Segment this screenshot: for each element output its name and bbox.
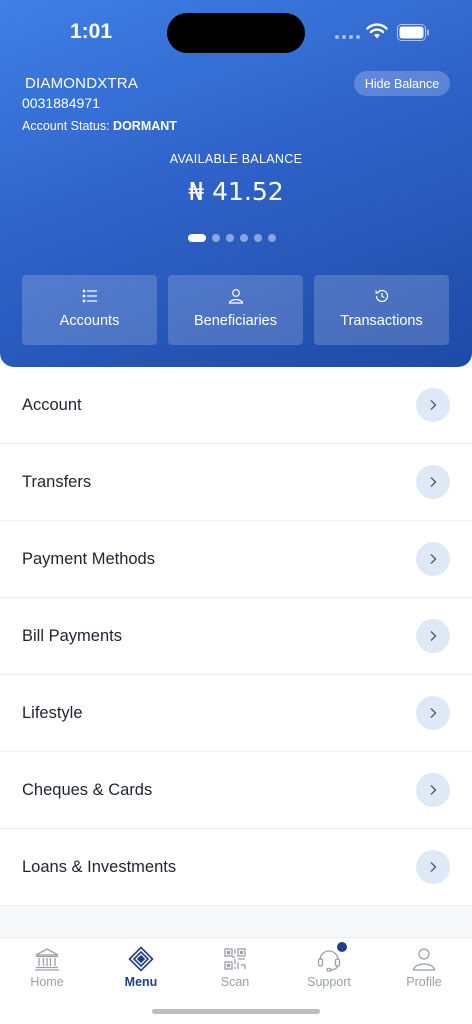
qr-icon [224,948,246,970]
balance-amount: ₦ 41.52 [188,177,284,206]
bank-icon [35,948,59,971]
menu-item-loans-investments[interactable]: Loans & Investments [0,829,472,906]
tab-support[interactable]: Support [294,946,364,989]
hide-balance-button[interactable]: Hide Balance [354,71,450,96]
tab-label: Scan [220,975,250,989]
beneficiaries-label: Beneficiaries [193,313,277,329]
pager-dot[interactable] [188,234,206,242]
tab-label: Menu [124,975,158,989]
tab-label: Profile [406,975,442,989]
menu-item-label: Loans & Investments [22,857,177,876]
menu-item-bill-payments[interactable]: Bill Payments [0,598,472,675]
accounts-label: Accounts [59,313,120,329]
account-number: 0031884971 [22,95,100,111]
pager-dot[interactable] [268,234,276,242]
transactions-button[interactable]: Transactions [314,275,449,345]
menu-item-label: Cheques & Cards [22,780,153,799]
home-indicator[interactable] [152,1009,320,1014]
menu-diamond-icon [128,946,154,972]
accounts-button[interactable]: Accounts [22,275,157,345]
battery-icon [397,24,429,41]
account-status: Account Status: DORMANT [22,119,177,133]
pager-dot[interactable] [226,234,234,242]
menu-list: Account Transfers Payment Methods Bill P… [0,367,472,906]
chevron-right-icon[interactable] [416,773,450,807]
menu-item-cheques-cards[interactable]: Cheques & Cards [0,752,472,829]
tab-home[interactable]: Home [12,946,82,989]
tab-menu[interactable]: Menu [106,946,176,989]
menu-item-label: Transfers [22,472,92,491]
balance-label: AVAILABLE BALANCE [169,152,303,166]
user-icon [228,289,243,304]
menu-item-transfers[interactable]: Transfers [0,444,472,521]
list-icon [82,289,97,303]
tab-profile[interactable]: Profile [389,946,459,989]
tab-label: Home [30,975,64,989]
account-status-label: Account Status: [22,119,110,133]
account-pager[interactable] [188,234,276,242]
chevron-right-icon[interactable] [416,388,450,422]
wifi-icon [366,23,388,39]
menu-item-label: Bill Payments [22,626,122,645]
menu-item-payment-methods[interactable]: Payment Methods [0,521,472,598]
menu-item-account[interactable]: Account [0,367,472,444]
account-header: 1:01 DIAMONDXTRA 0031884971 Account Stat… [0,0,472,367]
chevron-right-icon[interactable] [416,850,450,884]
notification-dot [337,942,347,952]
chevron-right-icon[interactable] [416,542,450,576]
menu-item-label: Payment Methods [22,549,155,568]
account-status-value: DORMANT [113,119,177,133]
menu-item-lifestyle[interactable]: Lifestyle [0,675,472,752]
status-time: 1:01 [70,20,113,43]
pager-dot[interactable] [212,234,220,242]
pager-dot[interactable] [254,234,262,242]
beneficiaries-button[interactable]: Beneficiaries [168,275,303,345]
chevron-right-icon[interactable] [416,619,450,653]
profile-icon [412,948,436,971]
menu-item-label: Account [22,395,82,414]
menu-item-label: Lifestyle [22,703,83,722]
transactions-label: Transactions [340,313,423,329]
chevron-right-icon[interactable] [416,465,450,499]
tab-scan[interactable]: Scan [200,946,270,989]
dynamic-island [167,13,305,53]
history-icon [374,289,388,303]
chevron-right-icon[interactable] [416,696,450,730]
tab-label: Support [307,975,351,989]
account-name: DIAMONDXTRA [25,75,139,92]
pager-dot[interactable] [240,234,248,242]
signal-icon [335,35,360,39]
